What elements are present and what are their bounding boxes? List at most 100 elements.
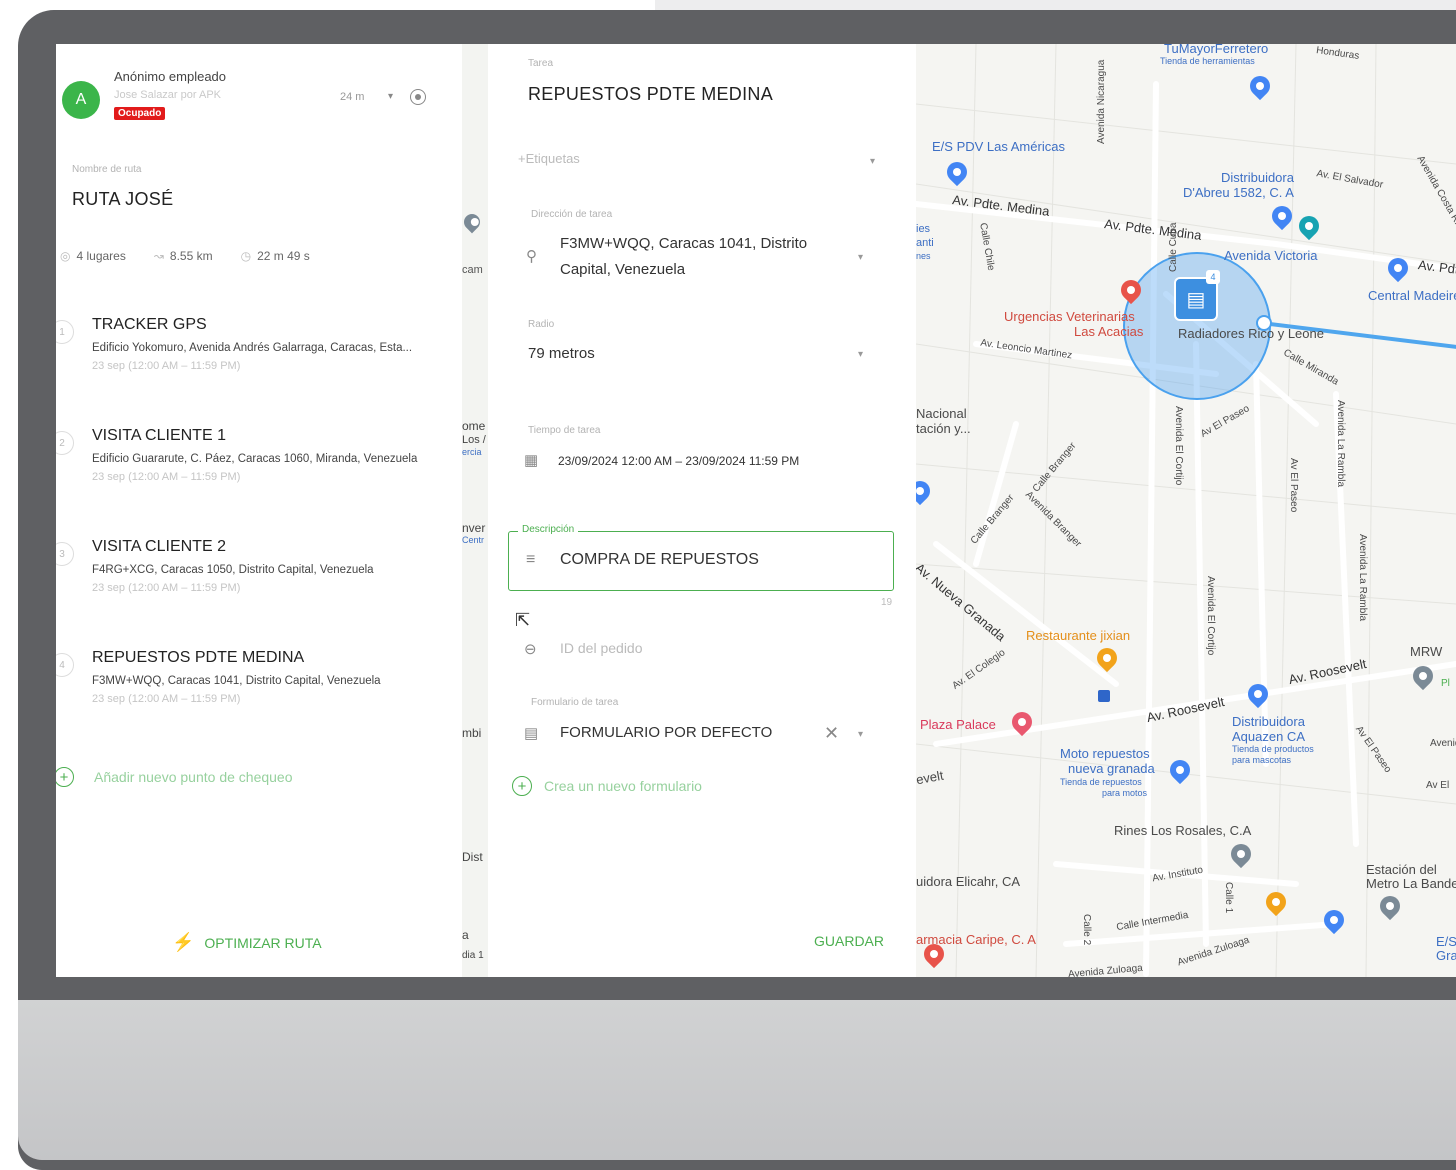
map-label: Distribuidora [1221,170,1294,185]
stop-address: Edificio Guararute, C. Páez, Caracas 106… [92,453,418,465]
form-select[interactable]: FORMULARIO POR DEFECTO [560,724,772,741]
route-icon: ↝ [153,249,164,263]
strip-label: nver [462,521,486,535]
map-label: armacia Caripe, C. A [916,932,1036,947]
location-pin-icon: ⚲ [526,248,537,265]
close-icon[interactable]: ✕ [824,723,839,744]
map-label: Estación del [1366,862,1437,877]
map-label: Pl [1441,678,1450,689]
link-icon: ⊖ [524,641,537,658]
map-label: Rines Los Rosales, C.A [1114,823,1252,838]
notes-icon: ≡ [526,551,536,568]
form-label: Formulario de tarea [531,697,619,708]
map-label: Avenida La Rambla [1335,400,1346,488]
stop-number: 1 [56,320,74,344]
description-text[interactable]: COMPRA DE REPUESTOS [560,551,759,569]
map-view[interactable]: ▤ 4 TuMayorFerretero Tienda de herramien… [916,44,1456,977]
task-panel: Tarea REPUESTOS PDTE MEDINA +Etiquetas ▾… [488,44,916,977]
map-label: para motos [1102,788,1148,798]
description-counter: 19 [881,597,893,608]
route-name-field[interactable]: RUTA JOSÉ [72,189,173,210]
chevron-down-icon[interactable]: ▾ [388,91,393,102]
map-label: Avenida Victoria [1224,248,1318,263]
device-chin [18,1000,1456,1160]
strip-label: Los / [462,434,486,446]
locate-icon[interactable] [410,89,426,105]
map-label: Nacional [916,406,967,421]
map-label: Radiadores Rico y Leone [1178,326,1324,341]
map-label: Central Madeirense [1368,288,1456,303]
employee-name: Anónimo empleado [114,69,227,84]
stop-time: 23 sep (12:00 AM – 11:59 PM) [92,693,241,705]
map-label: nueva granada [1068,761,1155,776]
distance-stat: ↝ 8.55 km [154,249,213,263]
map-label: Avenida Nicaragua [1096,59,1107,144]
task-label: Tarea [528,58,554,69]
stop-address: Edificio Yokomuro, Avenida Andrés Galarr… [92,342,413,354]
address-line-1[interactable]: F3MW+WQQ, Caracas 1041, Distrito [560,235,807,252]
optimize-route-button[interactable]: ⚡ OPTIMIZAR RUTA [172,932,322,953]
map-label: ies [916,223,931,235]
stop-address: F4RG+XCG, Caracas 1050, Distrito Capital… [92,564,374,576]
places-text: 4 lugares [76,249,126,263]
task-time-label: Tiempo de tarea [528,425,601,436]
map-strip: cam ome Los / ercia nver Centr mbi Dist … [462,44,488,977]
chevron-down-icon[interactable]: ▾ [858,349,863,360]
add-checkpoint-label: Añadir nuevo punto de chequeo [94,769,293,785]
order-id-field[interactable]: ID del pedido [560,640,643,656]
strip-label: ercia [462,447,482,457]
stop-time: 23 sep (12:00 AM – 11:59 PM) [92,360,241,372]
add-checkpoint-button[interactable]: + Añadir nuevo punto de chequeo [56,767,293,787]
route-stats: ◎ 4 lugares ↝ 8.55 km ◷ 22 m 49 s [60,249,310,263]
avatar: A [62,81,100,119]
stop-title: TRACKER GPS [92,316,207,333]
clock-icon: ◷ [240,249,252,263]
strip-label: dia 1 [462,950,484,961]
mouse-cursor-icon: ⇱ [515,610,531,630]
save-button[interactable]: GUARDAR [814,933,884,949]
frame-top-strip [655,0,1456,10]
new-form-label: Crea un nuevo formulario [544,778,702,794]
stop-time: 23 sep (12:00 AM – 11:59 PM) [92,471,241,483]
time-window-select[interactable]: 24 m [340,91,364,103]
map-label: Avenida [1430,738,1456,749]
map-label: anti [916,237,934,249]
app-screen: A Anónimo empleado Jose Salazar por APK … [56,44,1456,977]
map-label: Tienda de productos [1232,744,1314,754]
strip-label: ome [462,419,486,433]
plus-circle-icon: + [512,776,532,796]
map-label: Avenida El Cortijo [1173,406,1184,486]
description-label: Descripción [518,524,579,535]
map-label: Moto repuestos [1060,746,1150,761]
plus-circle-icon: + [56,767,74,787]
map-label: Avenida El Cortijo [1205,576,1216,656]
route-panel: A Anónimo empleado Jose Salazar por APK … [56,44,462,977]
map-label: Distribuidora [1232,714,1305,729]
stop-number: 2 [56,431,74,455]
map-label: Plaza Palace [920,717,996,732]
map-label: Calle 2 [1081,914,1092,946]
task-time-field[interactable]: 23/09/2024 12:00 AM – 23/09/2024 11:59 P… [558,454,799,468]
map-label: Restaurante jixian [1026,628,1131,643]
tags-select[interactable]: +Etiquetas [518,151,580,166]
bus-stop-icon[interactable] [1098,690,1110,702]
map-label: Calle Cuba [1168,222,1179,272]
map-pin-icon [462,210,484,234]
chevron-down-icon[interactable]: ▾ [870,156,875,167]
radius-select[interactable]: 79 metros [528,345,595,362]
employee-sub: Jose Salazar por APK [114,89,222,101]
new-form-button[interactable]: + Crea un nuevo formulario [512,776,702,796]
map-label: Av El Paseo [1288,458,1299,513]
chevron-down-icon[interactable]: ▾ [858,252,863,263]
map-label: Avenida La Rambla [1357,534,1368,622]
map-label: para mascotas [1232,755,1292,765]
calendar-icon: ▦ [524,452,539,469]
map-label: TuMayorFerretero [1164,44,1269,56]
task-name-field[interactable]: REPUESTOS PDTE MEDINA [528,84,773,105]
task-count-badge: 4 [1206,270,1220,284]
stop-number: 4 [56,653,74,677]
chevron-down-icon[interactable]: ▾ [858,729,863,740]
strip-label: a [462,928,469,942]
map-label: Metro La Bandera [1366,876,1456,891]
address-line-2[interactable]: Capital, Venezuela [560,261,685,278]
